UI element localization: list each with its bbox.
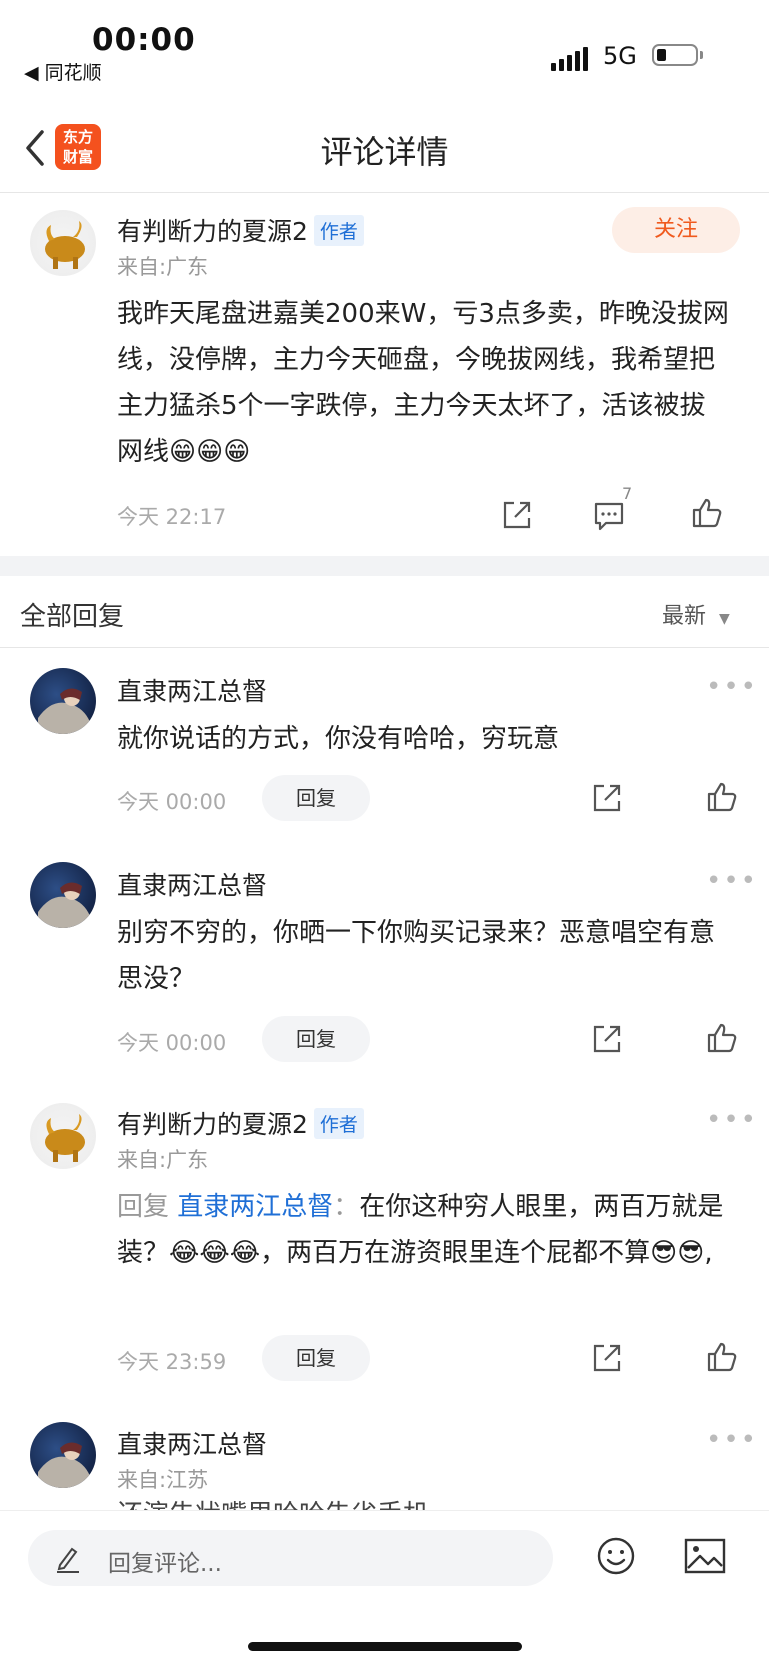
username[interactable]: 有判断力的夏源2 <box>117 212 308 248</box>
comment-icon[interactable] <box>592 498 626 532</box>
nav-divider <box>0 192 769 193</box>
post-text: 我昨天尾盘进嘉美200来W，亏3点多卖，昨晚没拔网线，没停牌，主力今天砸盘，今晚… <box>117 299 729 467</box>
like-icon[interactable] <box>690 496 724 530</box>
like-icon[interactable] <box>705 1340 739 1374</box>
share-icon[interactable] <box>500 498 534 532</box>
reply-time: 今天 23:59 <box>117 1350 227 1374</box>
reply-input-placeholder: 回复评论... <box>108 1551 222 1577</box>
battery-icon <box>652 44 698 66</box>
avatar[interactable] <box>30 668 96 734</box>
like-icon[interactable] <box>705 1021 739 1055</box>
battery-tip <box>700 51 703 59</box>
avatar[interactable] <box>30 210 96 276</box>
location-label: 来自:江苏 <box>117 1468 209 1492</box>
page-title: 评论详情 <box>320 133 449 171</box>
comment-count: 7 <box>622 484 633 503</box>
back-to-app-link[interactable]: ◀ 同花顺 <box>24 58 102 85</box>
sort-dropdown[interactable]: 最新 ▼ <box>662 598 730 630</box>
reply-text: 就你说话的方式，你没有哈哈，穷玩意 <box>117 724 560 754</box>
reply-input[interactable] <box>28 1530 553 1586</box>
reply-text-partial: 还演告状嘴里哈哈告省手机 <box>117 1492 729 1510</box>
location-label: 来自:广东 <box>117 255 209 279</box>
like-icon[interactable] <box>705 780 739 814</box>
all-replies-title: 全部回复 <box>20 602 125 632</box>
reply-time: 今天 00:00 <box>117 790 227 814</box>
reply-prefix: 回复 <box>117 1192 170 1222</box>
reply-text: 回复 直隶两江总督：在你这种穷人眼里，两百万就是装？😂😂😂，两百万在游资眼里连个… <box>117 1184 729 1276</box>
share-icon[interactable] <box>590 1341 624 1375</box>
signal-icon <box>551 47 588 71</box>
username[interactable]: 直隶两江总督 <box>117 866 267 902</box>
reply-button[interactable]: 回复 <box>262 775 370 821</box>
network-type: 5G <box>603 42 637 70</box>
home-indicator <box>248 1642 522 1651</box>
avatar[interactable] <box>30 1103 96 1169</box>
username[interactable]: 直隶两江总督 <box>117 1425 267 1461</box>
avatar[interactable] <box>30 1422 96 1488</box>
follow-button[interactable]: 关注 <box>612 207 740 253</box>
reply-separator: ： <box>333 1192 360 1222</box>
caret-down-icon: ▼ <box>719 611 730 627</box>
emoji-icon[interactable] <box>596 1536 636 1580</box>
share-icon[interactable] <box>590 781 624 815</box>
section-separator <box>0 556 769 576</box>
more-options-icon[interactable]: ••• <box>706 866 758 896</box>
reply-time: 今天 00:00 <box>117 1031 227 1055</box>
status-time: 00:00 <box>92 22 196 58</box>
reply-button[interactable]: 回复 <box>262 1335 370 1381</box>
reply-author-row: 有判断力的夏源2 作者 <box>117 1105 364 1141</box>
image-icon[interactable] <box>684 1538 726 1578</box>
reply-to-user-link[interactable]: 直隶两江总督 <box>177 1192 333 1222</box>
reply-button[interactable]: 回复 <box>262 1016 370 1062</box>
edit-pencil-icon <box>54 1543 82 1577</box>
more-options-icon[interactable]: ••• <box>706 1105 758 1135</box>
share-icon[interactable] <box>590 1022 624 1056</box>
username[interactable]: 有判断力的夏源2 <box>117 1105 308 1141</box>
reply-text: 别穷不穷的，你晒一下你购买记录来？恶意唱空有意思没？ <box>117 918 716 994</box>
more-options-icon[interactable]: ••• <box>706 672 758 702</box>
sort-label: 最新 <box>662 604 707 629</box>
avatar[interactable] <box>30 862 96 928</box>
author-badge: 作者 <box>313 214 364 246</box>
location-label: 来自:广东 <box>117 1148 209 1172</box>
post-author-row: 有判断力的夏源2 作者 <box>117 212 364 248</box>
more-options-icon[interactable]: ••• <box>706 1425 758 1455</box>
username[interactable]: 直隶两江总督 <box>117 672 267 708</box>
header-divider <box>0 647 769 648</box>
post-time: 今天 22:17 <box>117 505 227 529</box>
author-badge: 作者 <box>313 1107 364 1139</box>
